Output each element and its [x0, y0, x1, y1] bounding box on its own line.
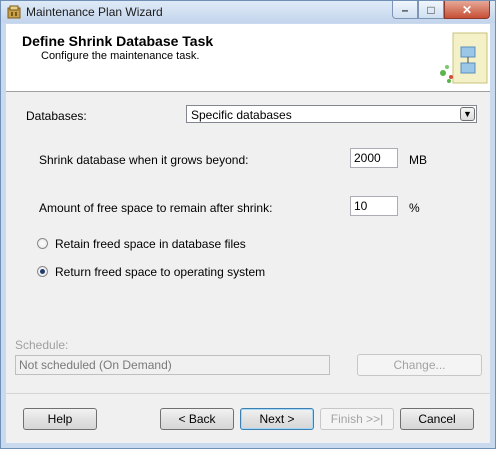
- wizard-app-icon: [7, 5, 21, 19]
- schedule-field: Not scheduled (On Demand): [15, 355, 330, 375]
- finish-button: Finish >>|: [320, 408, 394, 430]
- retain-space-label[interactable]: Retain freed space in database files: [55, 237, 246, 251]
- shrink-grows-input[interactable]: 2000: [350, 148, 398, 168]
- return-space-label[interactable]: Return freed space to operating system: [55, 265, 265, 279]
- shrink-grows-label: Shrink database when it grows beyond:: [39, 153, 249, 167]
- next-button[interactable]: Next >: [240, 408, 314, 430]
- wizard-header: Define Shrink Database Task Configure th…: [6, 24, 490, 92]
- maintenance-plan-art-icon: [440, 32, 488, 84]
- databases-selected-value: Specific databases: [191, 108, 292, 122]
- help-button[interactable]: Help: [23, 408, 97, 430]
- change-schedule-button: Change...: [357, 354, 482, 376]
- free-space-unit: %: [409, 201, 420, 215]
- minimize-button[interactable]: –: [392, 1, 418, 19]
- schedule-label: Schedule:: [15, 338, 69, 352]
- title-bar[interactable]: Maintenance Plan Wizard – □ ✕: [1, 1, 495, 23]
- close-icon: ✕: [461, 3, 473, 17]
- back-button[interactable]: < Back: [160, 408, 234, 430]
- page-title: Define Shrink Database Task: [22, 33, 214, 49]
- maximize-icon: □: [427, 3, 435, 17]
- retain-space-radio[interactable]: [37, 238, 48, 249]
- return-space-radio[interactable]: [37, 266, 48, 277]
- close-button[interactable]: ✕: [444, 1, 490, 19]
- wizard-window: Maintenance Plan Wizard – □ ✕ Define Shr…: [0, 0, 496, 449]
- dropdown-arrow-button[interactable]: ▼: [460, 107, 475, 121]
- maximize-button[interactable]: □: [418, 1, 444, 19]
- free-space-label: Amount of free space to remain after shr…: [39, 201, 273, 215]
- radio-selected-dot: [40, 269, 45, 274]
- free-space-input[interactable]: 10: [350, 196, 398, 216]
- wizard-client: Define Shrink Database Task Configure th…: [6, 24, 490, 443]
- databases-dropdown[interactable]: Specific databases ▼: [186, 105, 477, 123]
- databases-label: Databases:: [26, 109, 87, 123]
- chevron-down-icon: ▼: [463, 109, 472, 119]
- window-title: Maintenance Plan Wizard: [26, 5, 163, 19]
- shrink-grows-unit: MB: [409, 153, 427, 167]
- cancel-button[interactable]: Cancel: [400, 408, 474, 430]
- page-subtitle: Configure the maintenance task.: [41, 50, 200, 62]
- minimize-icon: –: [401, 3, 409, 17]
- footer-divider: [6, 393, 490, 394]
